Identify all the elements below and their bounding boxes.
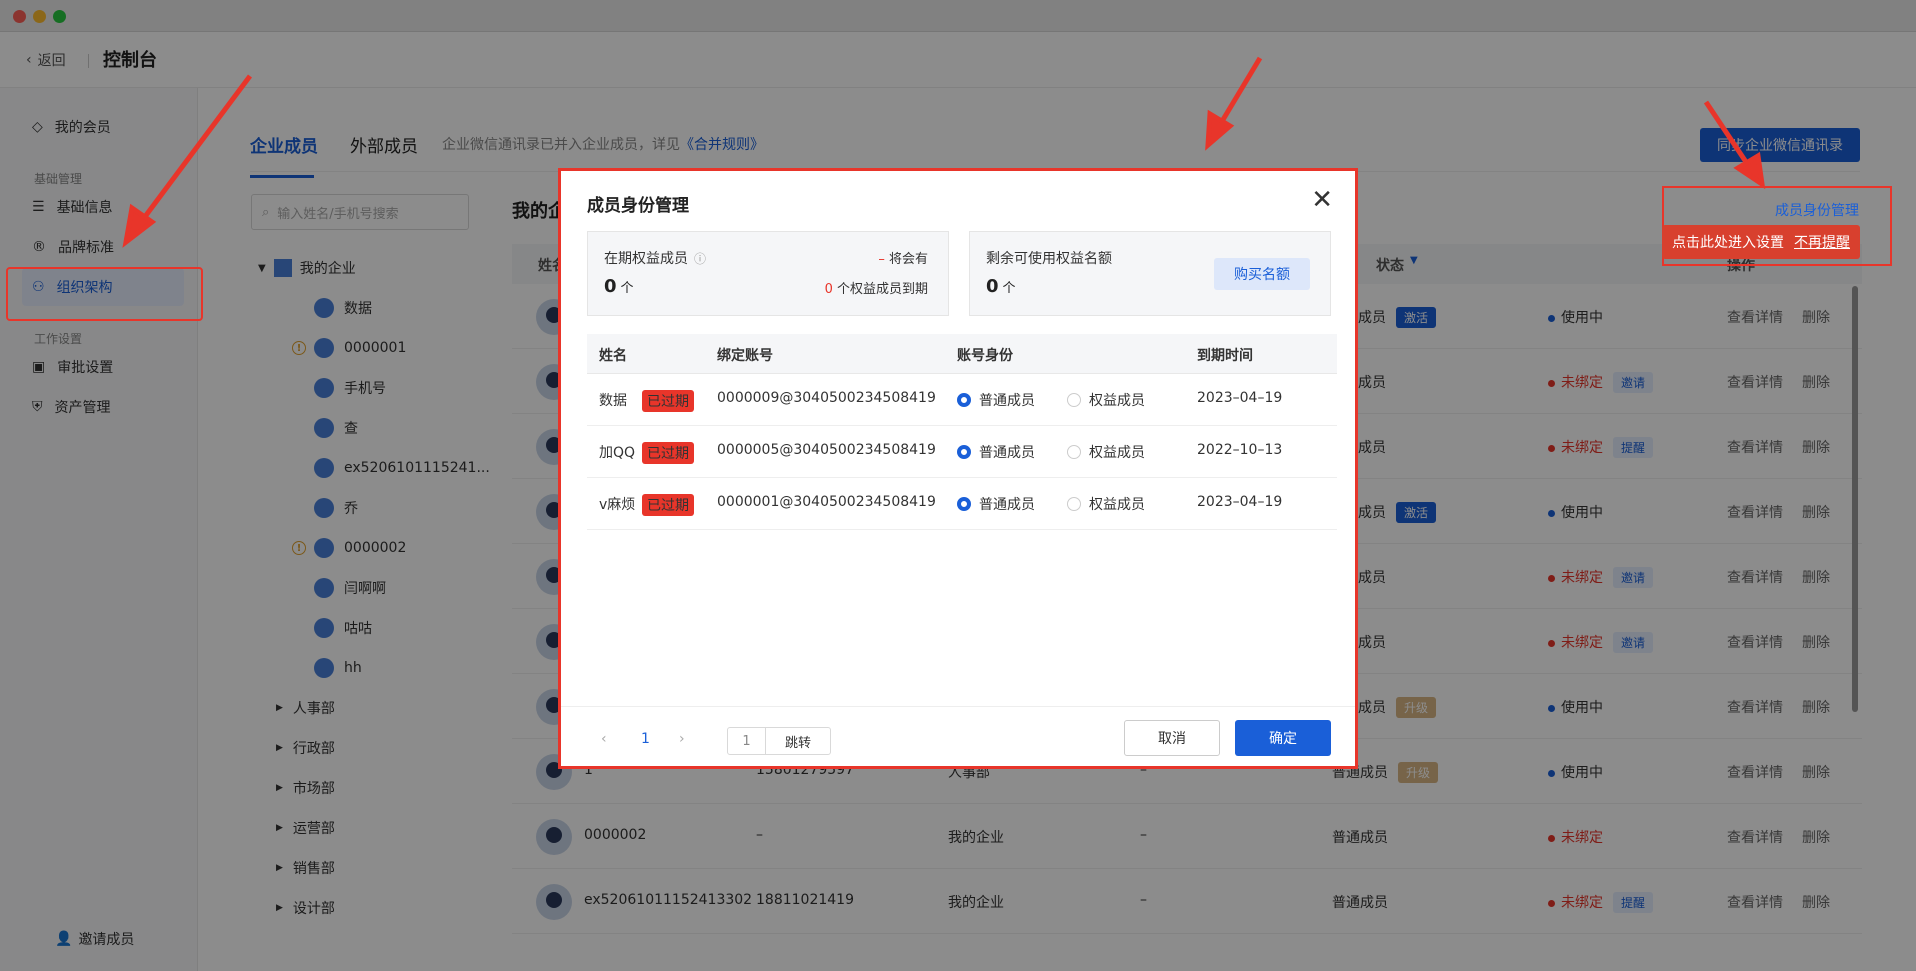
expired-badge: 已过期 [642,390,694,412]
radio-selected-icon [957,497,971,511]
soon-prefix: – [878,252,885,267]
card-expire: 0 个权益成员到期 [825,278,928,297]
due-date: 2023–04–19 [1197,390,1283,406]
radio-empty-icon [1067,393,1081,407]
radio-premium[interactable]: 权益成员 [1067,494,1145,514]
radio-empty-icon [1067,497,1081,511]
cancel-button[interactable]: 取消 [1124,720,1220,756]
radio-regular[interactable]: 普通成员 [957,494,1035,514]
col-name: 姓名 [599,348,627,364]
radio-premium[interactable]: 权益成员 [1067,390,1145,410]
page-jump-input[interactable]: 1 [728,728,766,754]
radio-label: 普通成员 [979,445,1035,461]
table-row: 加QQ 已过期 0000005@3040500234508419 普通成员 权益… [587,426,1337,478]
due-date: 2023–04–19 [1197,494,1283,510]
expired-badge: 已过期 [642,442,694,464]
buy-quota-button[interactable]: 购买名额 [1214,258,1310,290]
radio-regular[interactable]: 普通成员 [957,390,1035,410]
card-count-unit: 个 [1002,281,1016,296]
page-jump-button[interactable]: 跳转 [766,728,830,754]
radio-label: 权益成员 [1089,393,1145,409]
radio-regular[interactable]: 普通成员 [957,442,1035,462]
divider [561,706,1355,707]
card-count-value: 0 [604,276,617,297]
radio-premium[interactable]: 权益成员 [1067,442,1145,462]
card-label-text: 在期权益成员 [604,251,688,267]
radio-empty-icon [1067,445,1081,459]
page-jump: 1 跳转 [727,727,831,755]
dialog-table-header: 姓名 绑定账号 账号身份 到期时间 [587,334,1337,374]
radio-label: 权益成员 [1089,497,1145,513]
card-count-value: 0 [986,276,999,297]
expire-label: 个权益成员到期 [836,282,928,297]
close-icon[interactable]: ✕ [1311,187,1333,213]
card-soon: – 将会有 [878,248,928,267]
hint-tip-text: 点击此处进入设置 [1672,235,1784,251]
radio-label: 普通成员 [979,393,1035,409]
remaining-quota-card: 剩余可使用权益名额 0个 购买名额 [969,231,1331,316]
current-page[interactable]: 1 [641,731,650,747]
expired-badge: 已过期 [642,494,694,516]
bound-account: 0000005@3040500234508419 [717,442,936,458]
highlight-box [6,267,203,321]
hint-tooltip: 点击此处进入设置 不再提醒 [1662,225,1860,259]
radio-label: 权益成员 [1089,445,1145,461]
bound-account: 0000001@3040500234508419 [717,494,936,510]
card-count-unit: 个 [620,281,634,296]
member-name: 数据 [599,393,627,409]
due-date: 2022–10–13 [1197,442,1283,458]
member-identity-link[interactable]: 成员身份管理 [1775,200,1859,220]
help-icon[interactable]: ⓘ [694,250,706,267]
bound-account: 0000009@3040500234508419 [717,390,936,406]
col-account: 绑定账号 [717,348,773,364]
dismiss-hint-link[interactable]: 不再提醒 [1794,232,1850,252]
radio-selected-icon [957,445,971,459]
next-page-icon[interactable]: › [679,731,685,747]
col-identity: 账号身份 [957,348,1013,364]
member-name: 加QQ [599,445,636,461]
dialog-title: 成员身份管理 [587,196,689,216]
radio-selected-icon [957,393,971,407]
table-row: 数据 已过期 0000009@3040500234508419 普通成员 权益成… [587,374,1337,426]
prev-page-icon[interactable]: ‹ [601,731,607,747]
col-due: 到期时间 [1197,348,1253,364]
member-identity-dialog: 成员身份管理 ✕ 在期权益成员 ⓘ 0个 – 将会有 0 个权益成员到期 剩余可使… [558,168,1358,769]
member-name: v麻烦 [599,497,636,513]
soon-label: 将会有 [888,252,928,267]
active-members-card: 在期权益成员 ⓘ 0个 – 将会有 0 个权益成员到期 [587,231,949,316]
radio-label: 普通成员 [979,497,1035,513]
confirm-button[interactable]: 确定 [1235,720,1331,756]
table-row: v麻烦 已过期 0000001@3040500234508419 普通成员 权益… [587,478,1337,530]
expire-count: 0 [824,282,833,297]
